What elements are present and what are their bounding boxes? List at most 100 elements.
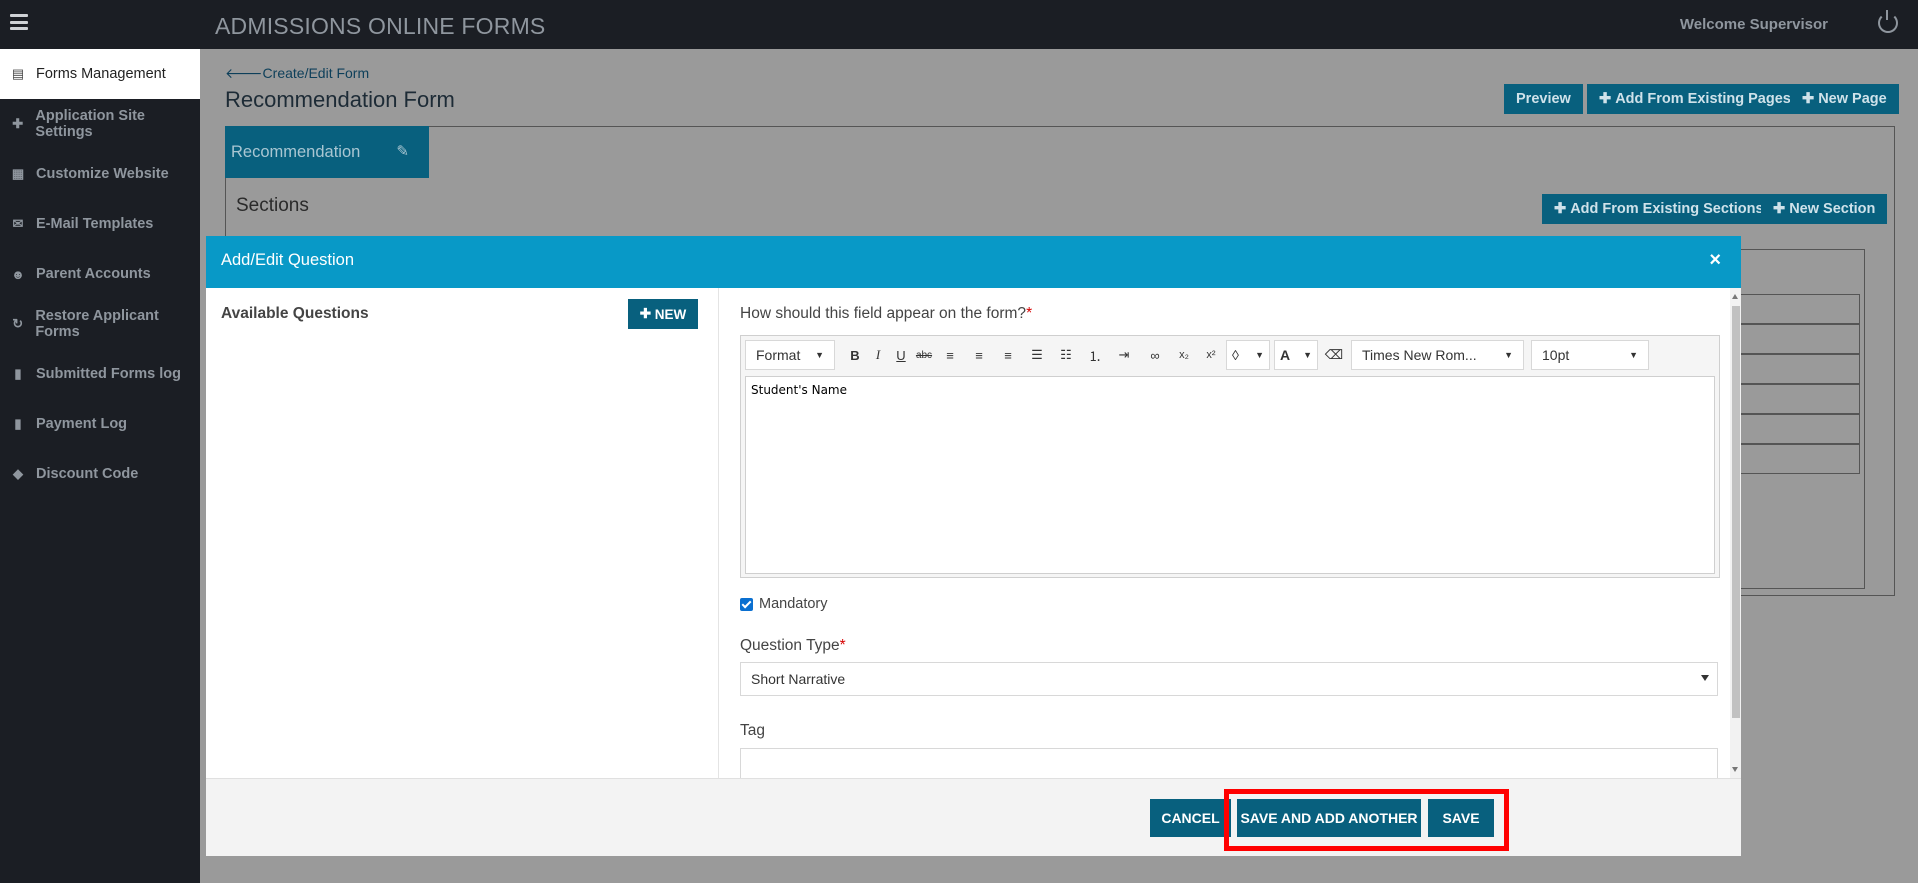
sections-heading: Sections xyxy=(236,195,309,216)
caret-down-icon: ▼ xyxy=(815,350,824,360)
app-title: ADMISSIONS ONLINE FORMS xyxy=(215,13,546,39)
modal-footer: CANCEL SAVE AND ADD ANOTHER SAVE xyxy=(206,778,1741,856)
question-type-value: Short Narrative xyxy=(751,671,846,687)
caret-down-icon: ▼ xyxy=(1255,350,1264,360)
breadcrumb-label: Create/Edit Form xyxy=(262,65,370,81)
sidebar-item-discount-code[interactable]: ◆ Discount Code xyxy=(0,449,200,499)
new-section-button[interactable]: ✚ New Section xyxy=(1761,194,1888,224)
scroll-up-icon[interactable] xyxy=(1732,294,1738,299)
preview-button[interactable]: Preview xyxy=(1504,84,1583,114)
power-icon[interactable] xyxy=(1878,10,1898,33)
caret-down-icon: ▼ xyxy=(1303,350,1312,360)
pencil-icon[interactable]: ✎ xyxy=(396,142,409,160)
required-mark: * xyxy=(839,637,846,654)
align-justify-icon[interactable]: ☰ xyxy=(1026,340,1048,370)
mandatory-label: Mandatory xyxy=(759,596,828,612)
sidebar-item-label: Discount Code xyxy=(36,466,139,482)
caret-down-icon: ▼ xyxy=(1504,350,1513,360)
page-title: Recommendation Form xyxy=(225,87,455,112)
background-color-dropdown[interactable]: ◊ ▼ xyxy=(1226,340,1270,370)
add-existing-pages-button[interactable]: ✚ Add From Existing Pages xyxy=(1587,84,1803,114)
new-question-label: NEW xyxy=(654,306,687,322)
sidebar-item-payment-log[interactable]: ▮ Payment Log xyxy=(0,399,200,449)
sidebar-item-label: Restore Applicant Forms xyxy=(35,308,159,340)
font-family-value: Times New Rom... xyxy=(1362,347,1477,363)
font-size-dropdown[interactable]: 10pt ▼ xyxy=(1531,340,1649,370)
sidebar-item-submitted-forms-log[interactable]: ▮ Submitted Forms log xyxy=(0,349,200,399)
sidebar: ▤ Forms Management ✚ Application Site Se… xyxy=(0,49,200,883)
link-icon[interactable]: ∞ xyxy=(1144,340,1166,370)
sidebar-item-label: Application Site Settings xyxy=(35,108,145,140)
available-questions-label: Available Questions xyxy=(221,305,369,322)
plus-icon: ✚ xyxy=(1802,91,1819,107)
modal-scrollbar[interactable] xyxy=(1730,288,1741,778)
mandatory-checkbox-row[interactable]: Mandatory xyxy=(740,596,828,612)
scroll-down-icon[interactable] xyxy=(1732,767,1738,772)
add-existing-sections-button[interactable]: ✚ Add From Existing Sections xyxy=(1542,194,1776,224)
refresh-icon: ↻ xyxy=(12,316,24,331)
align-left-icon[interactable]: ≡ xyxy=(939,340,961,370)
modal-header: Add/Edit Question × xyxy=(206,236,1741,288)
droplet-icon: ◊ xyxy=(1232,347,1239,363)
bullet-list-icon[interactable]: ☷ xyxy=(1055,340,1077,370)
sidebar-item-forms-management[interactable]: ▤ Forms Management xyxy=(0,49,200,99)
cancel-button[interactable]: CANCEL xyxy=(1150,799,1231,837)
calendar-icon: ▤ xyxy=(11,66,25,81)
underline-icon[interactable]: U xyxy=(890,340,912,370)
close-icon[interactable]: × xyxy=(1709,249,1721,272)
indent-icon[interactable]: ⇥ xyxy=(1113,340,1135,370)
available-questions-panel: Available Questions ✚ NEW xyxy=(206,288,719,778)
sidebar-item-email-templates[interactable]: ✉ E-Mail Templates xyxy=(0,199,200,249)
tag-input[interactable] xyxy=(740,748,1718,778)
sidebar-item-customize-website[interactable]: ▦ Customize Website xyxy=(0,149,200,199)
file-icon: ▮ xyxy=(14,366,22,381)
section-row xyxy=(1735,354,1860,384)
add-existing-sections-label: Add From Existing Sections xyxy=(1570,201,1764,217)
superscript-icon[interactable]: x² xyxy=(1200,340,1222,370)
bold-icon[interactable]: B xyxy=(844,340,866,370)
sidebar-item-parent-accounts[interactable]: ☻ Parent Accounts xyxy=(0,249,200,299)
tab-recommendation[interactable]: Recommendation ✎ xyxy=(225,126,429,178)
question-type-label: Question Type* xyxy=(740,637,846,655)
font-family-dropdown[interactable]: Times New Rom... ▼ xyxy=(1351,340,1524,370)
sidebar-item-restore-applicant-forms[interactable]: ↻ Restore Applicant Forms xyxy=(0,299,200,349)
align-right-icon[interactable]: ≡ xyxy=(997,340,1019,370)
question-type-text: Question Type xyxy=(740,637,840,654)
editor-content-area[interactable]: Student's Name xyxy=(745,376,1715,574)
scroll-thumb[interactable] xyxy=(1732,306,1740,718)
subscript-icon[interactable]: x₂ xyxy=(1173,340,1195,370)
format-dropdown[interactable]: Format ▼ xyxy=(745,340,835,370)
sidebar-item-label: Submitted Forms log xyxy=(36,366,181,382)
section-row xyxy=(1735,384,1860,414)
question-type-select[interactable]: Short Narrative xyxy=(740,662,1718,696)
clear-formatting-icon[interactable]: ⌫ xyxy=(1323,340,1345,370)
text-color-dropdown[interactable]: A ▼ xyxy=(1274,340,1318,370)
tag-icon: ◆ xyxy=(13,466,23,481)
format-label: Format xyxy=(756,347,801,363)
hamburger-menu-icon[interactable] xyxy=(10,14,28,30)
strikethrough-icon[interactable]: abc xyxy=(913,340,935,370)
section-row xyxy=(1735,444,1860,474)
rich-text-editor: Format ▼ B I U abc ≡ ≡ ≡ ☰ ☷ ⒈ ⇥ ∞ x₂ x² … xyxy=(740,335,1720,578)
new-page-button[interactable]: ✚ New Page xyxy=(1790,84,1899,114)
breadcrumb[interactable]: 🡐Create/Edit Form xyxy=(225,65,369,82)
tab-label: Recommendation xyxy=(231,142,361,161)
add-existing-pages-label: Add From Existing Pages xyxy=(1615,91,1791,107)
plus-icon: ✚ xyxy=(1773,201,1790,217)
arrow-left-icon: 🡐 xyxy=(225,65,263,81)
new-question-button[interactable]: ✚ NEW xyxy=(628,299,698,329)
numbered-list-icon[interactable]: ⒈ xyxy=(1084,340,1106,370)
sidebar-item-application-site-settings[interactable]: ✚ Application Site Settings xyxy=(0,99,200,149)
modal-title: Add/Edit Question xyxy=(221,251,354,269)
top-bar: ADMISSIONS ONLINE FORMS Welcome Supervis… xyxy=(0,0,1918,49)
add-edit-question-modal: Add/Edit Question × Available Questions … xyxy=(206,236,1741,856)
align-center-icon[interactable]: ≡ xyxy=(968,340,990,370)
italic-icon[interactable]: I xyxy=(867,340,889,370)
preview-label: Preview xyxy=(1516,91,1571,107)
field-appearance-label: How should this field appear on the form… xyxy=(740,305,1032,323)
text-color-icon: A xyxy=(1280,347,1291,363)
plus-icon: ✚ xyxy=(1554,201,1571,217)
mandatory-checkbox[interactable] xyxy=(740,597,753,611)
plus-icon: ✚ xyxy=(1599,91,1616,107)
sidebar-item-label: Payment Log xyxy=(36,416,128,432)
